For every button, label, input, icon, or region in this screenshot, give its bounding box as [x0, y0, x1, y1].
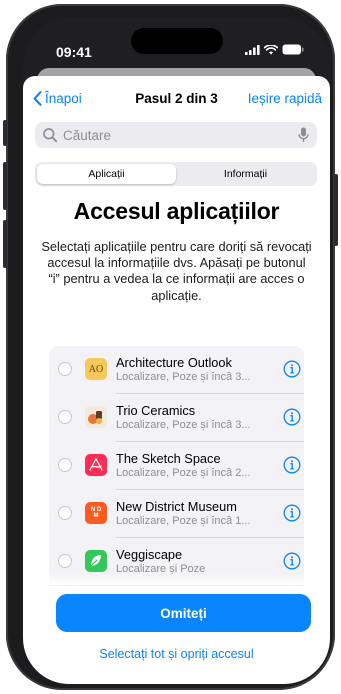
select-radio[interactable]	[58, 506, 72, 520]
trio-ceramics-icon	[85, 406, 107, 428]
select-radio[interactable]	[58, 458, 72, 472]
side-button	[334, 174, 338, 246]
search-input[interactable]	[61, 126, 295, 144]
quick-exit-button[interactable]: Ieșire rapidă	[248, 91, 322, 106]
app-name: Trio Ceramics	[116, 403, 196, 418]
app-name: Architecture Outlook	[116, 355, 232, 370]
app-subtitle: Localizare, Poze și încă 3...	[116, 419, 251, 431]
chevron-left-icon	[33, 91, 42, 106]
skip-button[interactable]: Omiteți	[56, 594, 311, 632]
app-name: The Sketch Space	[116, 451, 221, 466]
sketch-lines-icon	[89, 457, 103, 471]
leaf-icon	[90, 555, 101, 567]
signal-icon	[245, 44, 260, 55]
volume-up-button	[3, 162, 7, 210]
ceramics-shapes-icon	[88, 411, 102, 424]
app-name: New District Museum	[116, 499, 237, 514]
description: Selectați aplicațiile pentru care doriți…	[41, 239, 312, 303]
app-name: Veggiscape	[116, 547, 183, 562]
list-item[interactable]: The Sketch Space Localizare, Poze și înc…	[49, 442, 304, 490]
select-radio[interactable]	[58, 410, 72, 424]
list-item[interactable]: N D M New District Museum Localizare, Po…	[49, 490, 304, 538]
status-time: 09:41	[56, 44, 92, 60]
navigation-bar: Înapoi Pasul 2 din 3 Ieșire rapidă	[23, 90, 330, 114]
select-all-stop-access-button[interactable]: Selectați tot și opriți accesul	[23, 647, 330, 661]
info-icon[interactable]	[283, 456, 301, 474]
veggiscape-icon	[85, 550, 107, 572]
search-bar	[35, 122, 317, 148]
app-subtitle: Localizare, Poze și încă 1...	[116, 515, 251, 527]
info-icon[interactable]	[283, 504, 301, 522]
new-district-museum-icon: N D M	[85, 502, 107, 524]
list-fade-overlay	[23, 573, 330, 585]
battery-icon	[282, 44, 304, 55]
app-list: AO Architecture Outlook Localizare, Poze…	[49, 346, 304, 586]
tab-information[interactable]: Informații	[176, 164, 315, 184]
list-item[interactable]: Trio Ceramics Localizare, Poze și încă 3…	[49, 394, 304, 442]
dynamic-island	[131, 28, 223, 54]
architecture-outlook-icon: AO	[85, 358, 107, 380]
status-bar: 09:41	[23, 18, 330, 68]
safety-check-sheet: Înapoi Pasul 2 din 3 Ieșire rapidă Ap	[23, 76, 330, 684]
sketch-space-icon	[85, 454, 107, 476]
select-radio[interactable]	[58, 554, 72, 568]
tab-apps[interactable]: Aplicații	[37, 164, 176, 184]
back-button-label: Înapoi	[45, 91, 82, 106]
heading: Accesul aplicațiilor	[73, 198, 280, 224]
screen: 09:41 Înapoi Pasul 2 din 3 Ieșire rapidă…	[23, 18, 330, 684]
phone-frame: 09:41 Înapoi Pasul 2 din 3 Ieșire rapidă…	[3, 4, 338, 690]
search-icon	[43, 128, 58, 143]
info-icon[interactable]	[283, 552, 301, 570]
info-icon[interactable]	[283, 408, 301, 426]
wifi-icon	[264, 44, 278, 55]
status-icons	[245, 44, 304, 55]
back-button[interactable]: Înapoi	[33, 91, 82, 106]
app-subtitle: Localizare, Poze și încă 3...	[116, 371, 251, 383]
app-subtitle: Localizare, Poze și încă 2...	[116, 467, 251, 479]
microphone-icon[interactable]	[298, 127, 309, 143]
mute-switch	[3, 120, 7, 146]
list-item[interactable]: AO Architecture Outlook Localizare, Poze…	[49, 346, 304, 394]
info-icon[interactable]	[283, 360, 301, 378]
select-radio[interactable]	[58, 362, 72, 376]
segmented-control: Aplicații Informații	[35, 162, 317, 186]
volume-down-button	[3, 220, 7, 268]
